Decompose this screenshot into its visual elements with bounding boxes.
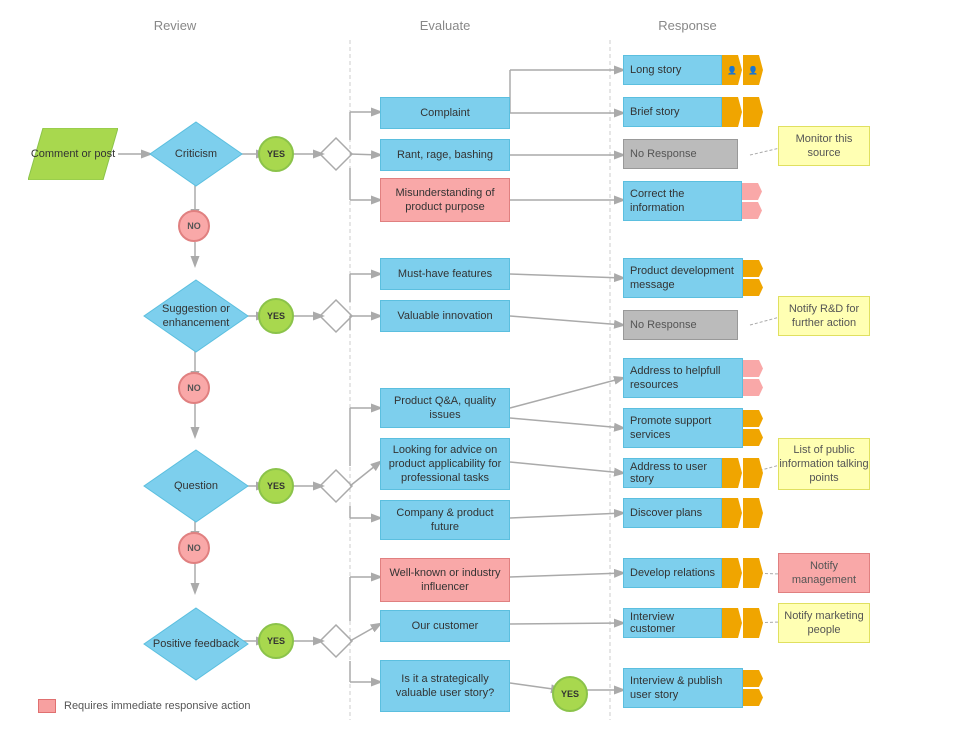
yes2-circle: YES — [258, 298, 294, 334]
legend-color-box — [38, 699, 56, 713]
positive-node: Positive feedback — [142, 606, 250, 682]
note-notify-rd: Notify R&D for further action — [778, 296, 870, 336]
question-node: Question — [142, 448, 250, 524]
evaluate-complaint: Complaint — [380, 97, 510, 129]
response-brief-story: Brief story — [623, 97, 763, 127]
note-notify-marketing: Notify marketing people — [778, 603, 870, 643]
evaluate-strategic: Is it a strategically valuable user stor… — [380, 660, 510, 712]
eval-diamond-1 — [318, 136, 354, 172]
evaluate-must-have: Must-have features — [380, 258, 510, 290]
response-correct-info: Correct the information — [623, 181, 763, 221]
no1-circle: NO — [178, 210, 210, 242]
evaluate-valuable: Valuable innovation — [380, 300, 510, 332]
no2-circle: NO — [178, 372, 210, 404]
start-node: Comment or post — [28, 128, 118, 180]
diagram: Review Evaluate Response — [0, 0, 963, 735]
eval-diamond-4 — [318, 623, 354, 659]
legend: Requires immediate responsive action — [38, 699, 250, 713]
no3-circle: NO — [178, 532, 210, 564]
evaluate-company-future: Company & product future — [380, 500, 510, 540]
note-list-public: List of public information talking point… — [778, 438, 870, 490]
response-interview-customer: Interview customer — [623, 608, 763, 638]
response-interview-publish: Interview & publish user story — [623, 668, 763, 708]
yes1-circle: YES — [258, 136, 294, 172]
note-monitor: Monitor this source — [778, 126, 870, 166]
col-response: Response — [630, 18, 745, 33]
evaluate-misunderstanding: Misunderstanding of product purpose — [380, 178, 510, 222]
eval-diamond-3 — [318, 468, 354, 504]
response-promote-support: Promote support services — [623, 408, 763, 448]
criticism-node: Criticism — [148, 120, 244, 188]
yes4-circle: YES — [258, 623, 294, 659]
eval-diamond-2 — [318, 298, 354, 334]
response-develop-relations: Develop relations — [623, 558, 763, 588]
evaluate-looking-advice: Looking for advice on product applicabil… — [380, 438, 510, 490]
yes-strategic-circle: YES — [552, 676, 588, 712]
response-product-dev: Product development message — [623, 258, 763, 298]
response-no-response-1: No Response — [623, 139, 738, 169]
yes3-circle: YES — [258, 468, 294, 504]
evaluate-well-known: Well-known or industry influencer — [380, 558, 510, 602]
response-address-helpful: Address to helpfull resources — [623, 358, 763, 398]
evaluate-our-customer: Our customer — [380, 610, 510, 642]
suggestion-node: Suggestion or enhancement — [142, 278, 250, 354]
legend-label: Requires immediate responsive action — [64, 700, 250, 712]
evaluate-rant: Rant, rage, bashing — [380, 139, 510, 171]
evaluate-product-qa: Product Q&A, quality issues — [380, 388, 510, 428]
col-evaluate: Evaluate — [380, 18, 510, 33]
response-discover-plans: Discover plans — [623, 498, 763, 528]
note-notify-mgmt: Notify management — [778, 553, 870, 593]
col-review: Review — [120, 18, 230, 33]
response-no-response-2: No Response — [623, 310, 738, 340]
response-address-user: Address to user story — [623, 458, 763, 488]
response-long-story: Long story 👤 👤 — [623, 55, 763, 85]
